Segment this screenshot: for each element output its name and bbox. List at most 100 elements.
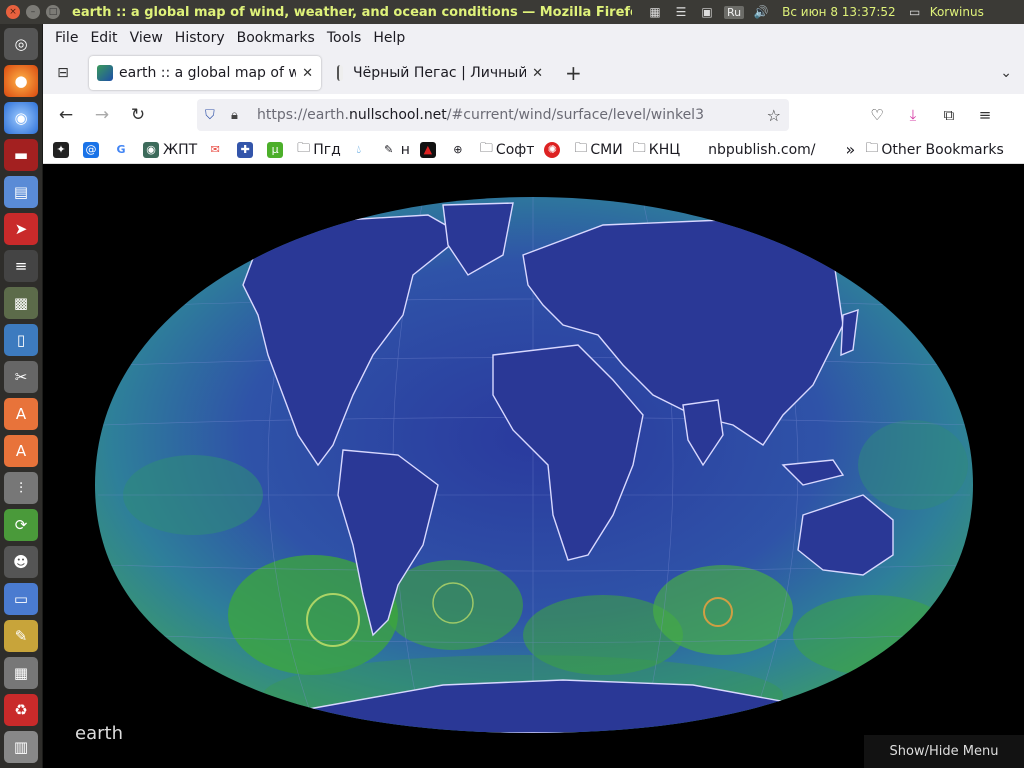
bookmark-item[interactable]: ⊕: [450, 142, 470, 158]
indicator-icon[interactable]: ▦: [646, 4, 664, 20]
menu-tools[interactable]: Tools: [321, 30, 368, 46]
settings-tools-icon[interactable]: ✂: [4, 361, 38, 393]
bookmark-item[interactable]: nbpublish.com/: [708, 142, 815, 158]
bookmark-item[interactable]: ✺: [544, 141, 564, 158]
other-bookmarks-folder[interactable]: 🗀 Other Bookmarks: [865, 139, 1003, 161]
hamburger-menu-icon[interactable]: ≡: [967, 106, 1003, 124]
user-name[interactable]: Korwinus: [930, 5, 984, 19]
bookmark-folder[interactable]: 🗀 КНЦ: [633, 139, 680, 161]
bookmark-label: ЖПТ: [163, 141, 198, 158]
bookmark-item[interactable]: µ: [267, 141, 287, 158]
url-text[interactable]: https://earth.nullschool.net/#current/wi…: [257, 107, 767, 123]
firefox-icon[interactable]: ●: [4, 65, 38, 97]
folder-icon: 🗀: [632, 140, 646, 156]
red-triangle-icon: ▲: [419, 141, 436, 158]
utorrent-icon: µ: [267, 141, 284, 158]
system-top-panel: × – □ earth :: a global map of wind, wea…: [0, 0, 1024, 24]
earth-favicon-icon: [97, 65, 113, 81]
tab-close-icon[interactable]: ✕: [302, 66, 313, 81]
bookmark-label: Пгд: [313, 141, 341, 158]
menu-file[interactable]: File: [49, 30, 84, 46]
bookmark-item[interactable]: 💧︎: [351, 142, 371, 158]
bookmarks-overflow-chevron-icon[interactable]: »: [846, 140, 856, 159]
wind-map-canvas[interactable]: [43, 165, 1024, 768]
tab-close-icon[interactable]: ✕: [532, 66, 543, 81]
back-arrow-icon[interactable]: ←: [51, 100, 81, 130]
bookmark-item[interactable]: ✦: [53, 141, 73, 158]
list-tabs-chevron-icon[interactable]: ⌄: [1000, 65, 1012, 81]
shield-icon[interactable]: ⛉: [205, 108, 225, 123]
clock[interactable]: Вс июн 8 13:37:52: [782, 5, 896, 19]
bookmark-item[interactable]: G: [113, 142, 133, 158]
menu-history[interactable]: History: [169, 30, 231, 46]
menu-edit[interactable]: Edit: [84, 30, 123, 46]
bookmark-item[interactable]: ✉: [207, 142, 227, 158]
menu-help[interactable]: Help: [367, 30, 411, 46]
tab-pegas[interactable]: Чёрный Пегас | Личный ✕: [329, 56, 551, 90]
terminal-app-icon[interactable]: ▬: [4, 139, 38, 171]
tab-earth[interactable]: earth :: a global map of wind, weather, …: [89, 56, 321, 90]
forward-arrow-icon[interactable]: →: [87, 100, 117, 130]
bookmark-folder[interactable]: 🗀 Пгд: [297, 139, 341, 161]
mixer-icon[interactable]: ⫶: [4, 472, 38, 504]
bookmark-item[interactable]: @: [83, 141, 103, 158]
url-bar[interactable]: ⛉ 🔒︎ https://earth.nullschool.net/#curre…: [197, 99, 789, 131]
network-icon[interactable]: ▣: [698, 4, 716, 20]
trash-icon[interactable]: ▥: [4, 731, 38, 763]
tab-strip: ⊟ earth :: a global map of wind, weather…: [43, 52, 1024, 94]
bookmark-folder[interactable]: 🗀 Софт: [480, 139, 534, 161]
earth-wind-map-page: earth Show/Hide Menu: [43, 165, 1024, 768]
plus-square-icon: ✚: [237, 141, 254, 158]
window-close-button[interactable]: ×: [6, 5, 20, 19]
menu-app-icon[interactable]: ≡: [4, 250, 38, 282]
dash-icon[interactable]: ◎: [4, 28, 38, 60]
extensions-puzzle-icon[interactable]: ⧉: [931, 106, 967, 124]
pointer-tool-icon[interactable]: ➤: [4, 213, 38, 245]
navigation-toolbar: ← → ↻ ⛉ 🔒︎ https://earth.nullschool.net/…: [43, 94, 1024, 136]
keyboard-layout-indicator[interactable]: Ru: [724, 5, 745, 19]
menu-view[interactable]: View: [124, 30, 169, 46]
globe-icon: ⊕: [453, 143, 463, 156]
bookmark-label: н: [400, 141, 410, 158]
new-tab-plus-icon[interactable]: +: [565, 61, 582, 85]
menu-bookmarks[interactable]: Bookmarks: [231, 30, 321, 46]
burst-icon: ✺: [544, 141, 561, 158]
other-bookmarks-label: Other Bookmarks: [881, 141, 1004, 158]
sparkle-icon: ✦: [53, 141, 69, 158]
bookmark-item[interactable]: ▲: [419, 141, 440, 158]
chromium-icon[interactable]: ◉: [4, 102, 38, 134]
folder-icon: 🗀: [297, 140, 311, 156]
firefox-view-icon[interactable]: ⊟: [51, 61, 75, 85]
window-maximize-button[interactable]: □: [46, 5, 60, 19]
editor-app-icon[interactable]: ✎: [4, 620, 38, 652]
folder-icon: 🗀: [479, 140, 493, 156]
bookmark-item[interactable]: ◉ ЖПТ: [143, 141, 198, 158]
list-menu-icon[interactable]: ☰: [672, 4, 690, 20]
robot-app-icon[interactable]: ☻: [4, 546, 38, 578]
files-icon[interactable]: ▤: [4, 176, 38, 208]
reload-icon[interactable]: ↻: [123, 100, 153, 130]
lock-icon[interactable]: 🔒︎: [231, 108, 251, 123]
downloads-icon[interactable]: ⤓: [895, 106, 931, 124]
earth-brand-label[interactable]: earth: [75, 723, 123, 744]
show-hide-menu-button[interactable]: Show/Hide Menu: [864, 735, 1024, 768]
url-prefix: https://earth.: [257, 107, 349, 123]
calculator-icon[interactable]: ▦: [4, 657, 38, 689]
bookmark-star-icon[interactable]: ☆: [767, 106, 781, 125]
window-minimize-button[interactable]: –: [26, 5, 40, 19]
url-path: /#current/wind/surface/level/winkel3: [446, 107, 704, 123]
document-viewer-icon[interactable]: ▯: [4, 324, 38, 356]
system-update-icon[interactable]: ⟳: [4, 509, 38, 541]
software-center-icon[interactable]: A: [4, 398, 38, 430]
volume-icon[interactable]: 🔊: [752, 4, 770, 20]
bookmark-folder[interactable]: 🗀 СМИ: [574, 139, 622, 161]
window-title: earth :: a global map of wind, weather, …: [72, 4, 632, 20]
pocket-icon[interactable]: ♡: [859, 106, 895, 124]
presentation-icon[interactable]: ▭: [4, 583, 38, 615]
bookmark-item[interactable]: ✚: [237, 141, 257, 158]
image-viewer-icon[interactable]: ▩: [4, 287, 38, 319]
software-updater-icon[interactable]: A: [4, 435, 38, 467]
bookmark-item[interactable]: ✎ н: [381, 142, 410, 158]
user-monitor-icon: ▭: [909, 5, 921, 19]
trash-red-icon[interactable]: ♻: [4, 694, 38, 726]
